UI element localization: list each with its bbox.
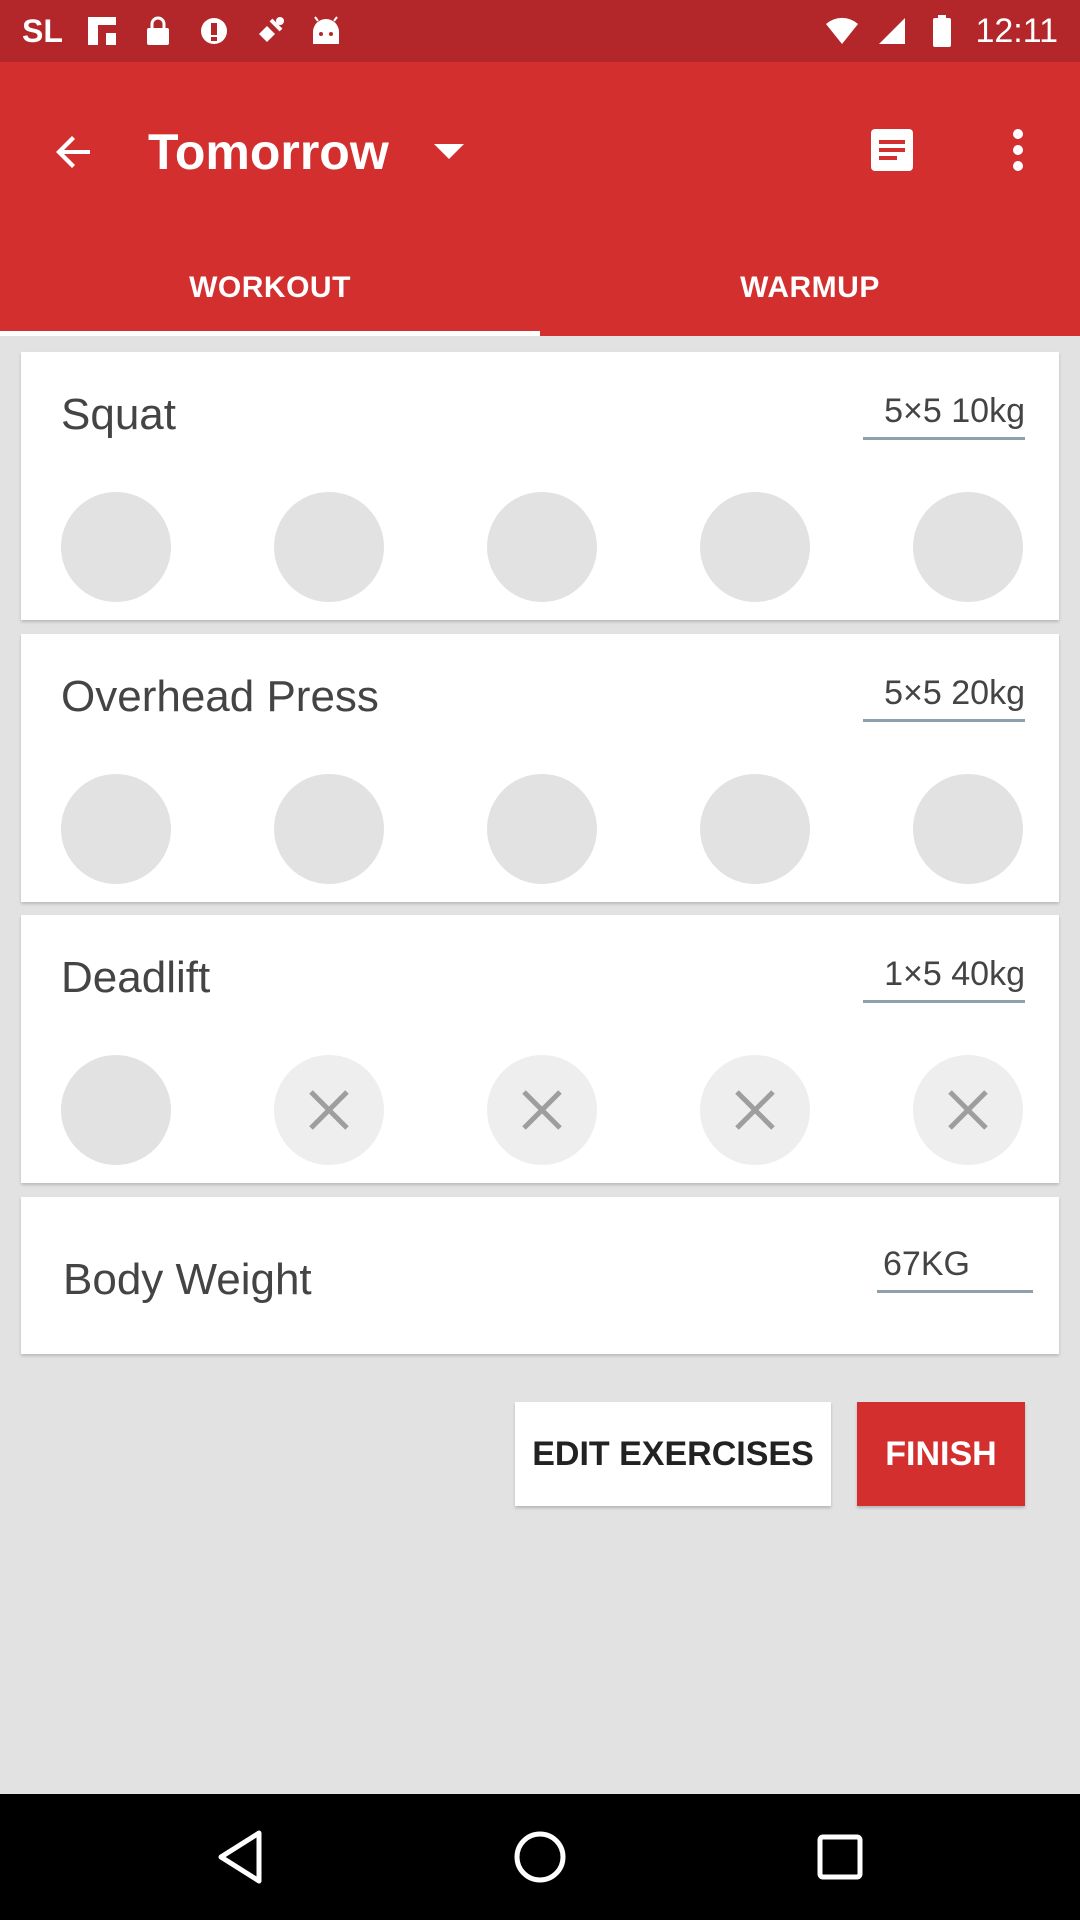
app-toolbar: Tomorrow WORKOUT WARMUP [0, 62, 1080, 336]
blocked-icon [197, 14, 231, 48]
carrier-label: SL [22, 12, 63, 49]
arrow-left-icon [56, 136, 90, 168]
exercise-scheme[interactable]: 5×5 20kg [863, 674, 1025, 722]
tab-warmup[interactable]: WARMUP [540, 240, 1080, 336]
exercise-name: Overhead Press [61, 672, 379, 721]
set-button[interactable] [913, 774, 1023, 884]
notes-icon [871, 129, 913, 171]
set-button[interactable] [61, 1055, 171, 1165]
exercise-name: Squat [61, 390, 176, 439]
dropdown-arrow-icon [419, 122, 479, 182]
action-bar: EDIT EXERCISES FINISH [515, 1402, 1025, 1506]
fake-gps-icon [253, 14, 287, 48]
flipboard-icon [85, 14, 119, 48]
android-icon [309, 14, 343, 48]
page-title: Tomorrow [148, 124, 389, 180]
tab-workout[interactable]: WORKOUT [0, 240, 540, 336]
back-button[interactable] [42, 120, 106, 184]
set-button[interactable] [700, 492, 810, 602]
lock-icon [141, 14, 175, 48]
notes-button[interactable] [860, 118, 924, 182]
set-button[interactable] [913, 492, 1023, 602]
set-row [61, 774, 1023, 884]
tab-bar: WORKOUT WARMUP [0, 240, 1080, 336]
set-row [61, 492, 1023, 602]
exercise-card-squat: Squat 5×5 10kg [21, 352, 1059, 620]
nav-home-button[interactable] [500, 1817, 580, 1897]
battery-icon [925, 14, 959, 48]
set-button[interactable] [274, 774, 384, 884]
overflow-menu-button[interactable] [986, 118, 1050, 182]
system-nav-bar [0, 1794, 1080, 1920]
exercise-card-deadlift: Deadlift 1×5 40kg [21, 915, 1059, 1183]
set-disabled [700, 1055, 810, 1165]
set-disabled [913, 1055, 1023, 1165]
nav-back-button[interactable] [200, 1817, 280, 1897]
close-icon [522, 1090, 562, 1130]
nav-recents-button[interactable] [800, 1817, 880, 1897]
clock: 12:11 [975, 11, 1058, 50]
home-circle-icon [514, 1831, 566, 1883]
back-triangle-icon [218, 1830, 262, 1884]
day-selector[interactable]: Tomorrow [148, 120, 479, 184]
finish-button[interactable]: FINISH [857, 1402, 1025, 1506]
status-bar: SL 12:11 [0, 0, 1080, 62]
body-weight-input[interactable]: 67KG [877, 1245, 1033, 1293]
set-button[interactable] [487, 774, 597, 884]
close-icon [309, 1090, 349, 1130]
close-icon [948, 1090, 988, 1130]
set-button[interactable] [61, 492, 171, 602]
set-row [61, 1055, 1023, 1165]
more-vert-icon [1013, 129, 1023, 171]
set-button[interactable] [274, 492, 384, 602]
set-button[interactable] [61, 774, 171, 884]
exercise-card-overhead-press: Overhead Press 5×5 20kg [21, 634, 1059, 902]
set-disabled [274, 1055, 384, 1165]
close-icon [735, 1090, 775, 1130]
signal-icon [875, 14, 909, 48]
exercise-name: Deadlift [61, 953, 211, 1002]
wifi-icon [825, 14, 859, 48]
set-disabled [487, 1055, 597, 1165]
exercise-scheme[interactable]: 1×5 40kg [863, 955, 1025, 1003]
set-button[interactable] [700, 774, 810, 884]
body-weight-card: Body Weight 67KG [21, 1197, 1059, 1354]
set-button[interactable] [487, 492, 597, 602]
recents-square-icon [817, 1834, 863, 1880]
exercise-scheme[interactable]: 5×5 10kg [863, 392, 1025, 440]
body-weight-label: Body Weight [63, 1255, 312, 1304]
edit-exercises-button[interactable]: EDIT EXERCISES [515, 1402, 831, 1506]
